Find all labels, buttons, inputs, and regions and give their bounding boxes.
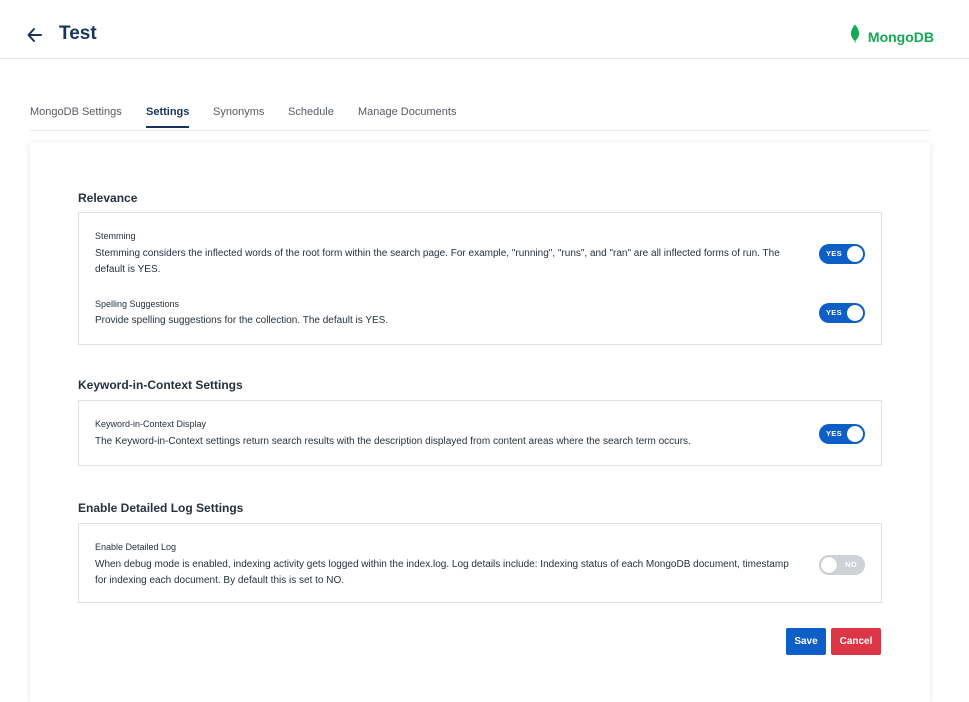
detailed-log-toggle[interactable]: NO xyxy=(819,555,865,575)
setting-name-kwic-display: Keyword-in-Context Display xyxy=(95,419,207,429)
section-title-relevance: Relevance xyxy=(78,191,138,205)
toggle-label: YES xyxy=(826,429,842,438)
section-title-log: Enable Detailed Log Settings xyxy=(78,501,244,515)
setting-desc-stemming: Stemming considers the inflected words o… xyxy=(95,248,780,275)
toggle-label: YES xyxy=(826,249,842,258)
tab-synonyms[interactable]: Synonyms xyxy=(213,106,264,118)
brand: MongoDB xyxy=(850,24,934,49)
toggle-knob xyxy=(847,426,863,442)
save-button[interactable]: Save xyxy=(786,628,826,655)
relevance-panel: Stemming Stemming considers the inflecte… xyxy=(78,212,882,345)
kwic-panel: Keyword-in-Context Display The Keyword-i… xyxy=(78,400,882,466)
tab-schedule[interactable]: Schedule xyxy=(288,106,334,118)
toggle-label: YES xyxy=(826,308,842,317)
app-header: Test MongoDB xyxy=(0,0,969,59)
setting-desc-detailed-log: When debug mode is enabled, indexing act… xyxy=(95,559,789,586)
stemming-toggle[interactable]: YES xyxy=(819,244,865,264)
toggle-label: NO xyxy=(845,560,857,569)
setting-name-spelling-suggestions: Spelling Suggestions xyxy=(95,299,180,309)
toggle-knob xyxy=(820,556,838,574)
tab-settings[interactable]: Settings xyxy=(146,106,190,128)
setting-desc-spelling-suggestions: Provide spelling suggestions for the col… xyxy=(95,315,389,326)
back-arrow-icon[interactable] xyxy=(26,25,44,45)
toggle-knob xyxy=(847,305,863,321)
mongodb-leaf-icon xyxy=(850,24,860,49)
settings-card: Relevance Stemming Stemming considers th… xyxy=(30,142,930,702)
settings-tabs: MongoDB Settings Settings Synonyms Sched… xyxy=(30,96,930,131)
spelling-suggestions-toggle[interactable]: YES xyxy=(819,303,865,323)
brand-label: MongoDB xyxy=(867,28,934,45)
cancel-button[interactable]: Cancel xyxy=(831,628,881,655)
tab-manage-documents[interactable]: Manage Documents xyxy=(358,106,456,118)
tab-mongodb-settings[interactable]: MongoDB Settings xyxy=(30,106,122,118)
setting-desc-kwic-display: The Keyword-in-Context settings return s… xyxy=(95,436,691,447)
log-panel: Enable Detailed Log When debug mode is e… xyxy=(78,523,882,603)
section-title-kwic: Keyword-in-Context Settings xyxy=(78,378,243,392)
setting-name-stemming: Stemming xyxy=(95,231,136,241)
kwic-display-toggle[interactable]: YES xyxy=(819,424,865,444)
page-title: Test xyxy=(59,23,97,44)
setting-name-detailed-log: Enable Detailed Log xyxy=(95,542,177,552)
toggle-knob xyxy=(847,246,863,262)
